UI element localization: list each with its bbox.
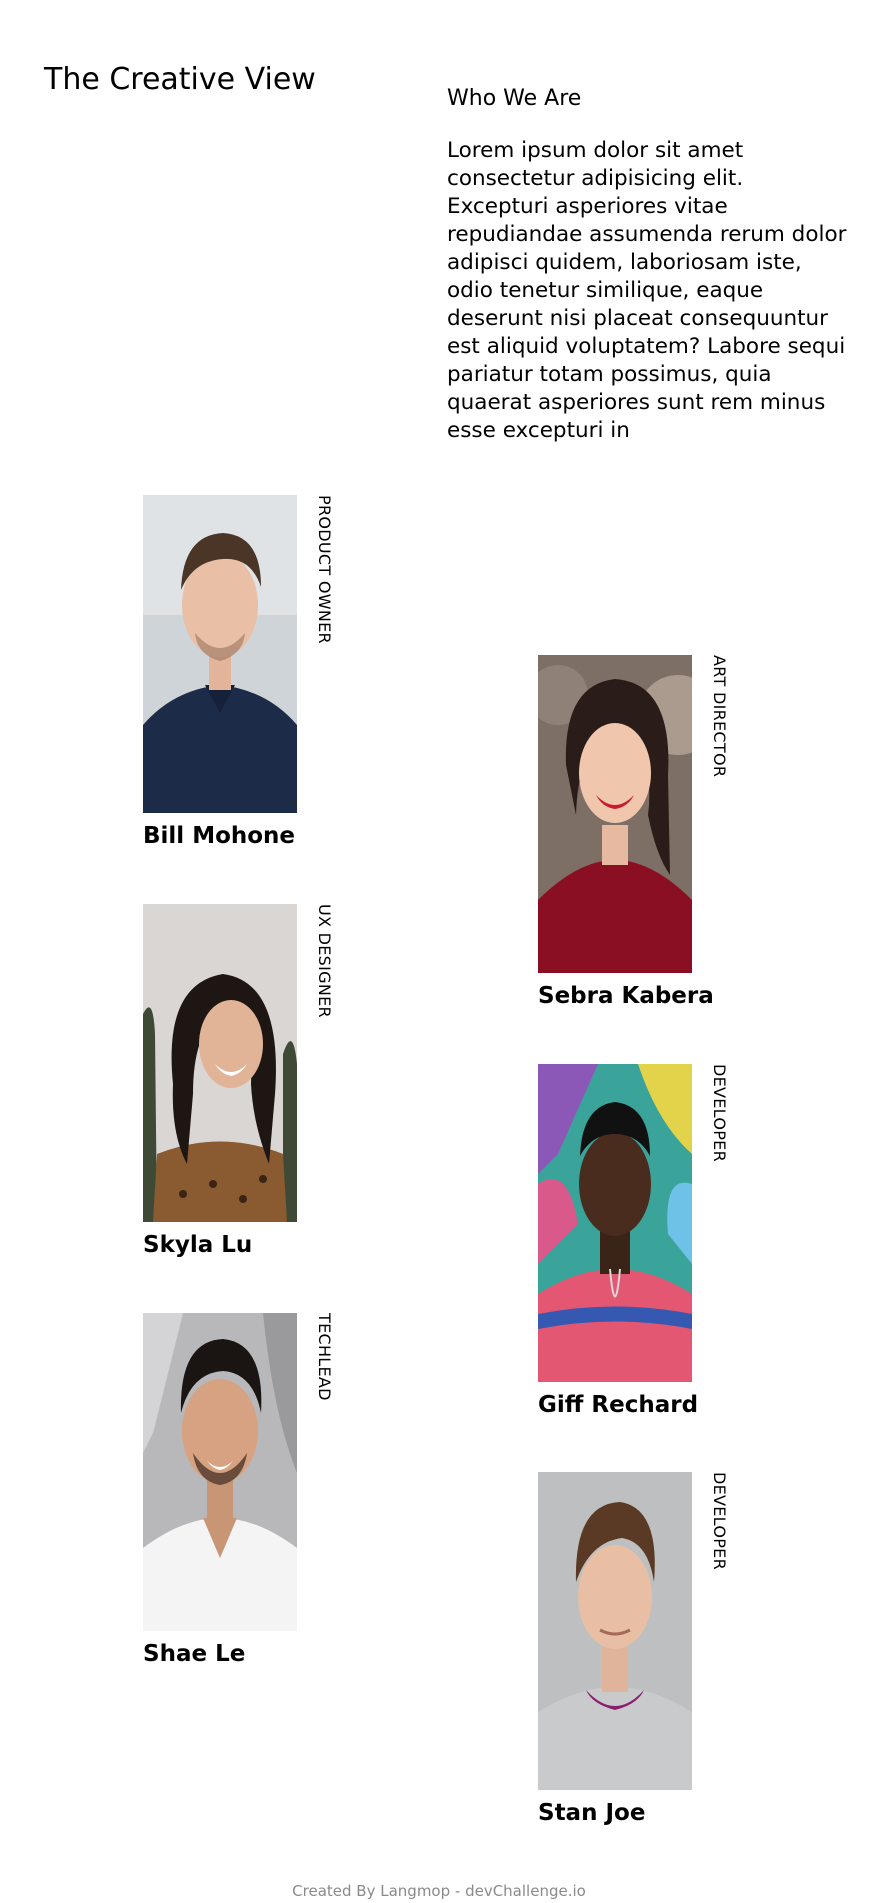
site-title: The Creative View (44, 62, 316, 97)
member-role: PRODUCT OWNER (315, 495, 334, 644)
about-section: Who We Are Lorem ipsum dolor sit amet co… (447, 86, 847, 445)
footer-credit: Created By Langmop - devChallenge.io (292, 1882, 586, 1900)
member-role: DEVELOPER (710, 1064, 729, 1162)
member-role: UX DESIGNER (315, 904, 334, 1018)
member-photo (143, 904, 297, 1222)
member-name: Shae Le (143, 1641, 246, 1667)
member-role: ART DIRECTOR (710, 655, 729, 778)
team-member-card: DEVELOPER Stan Joe (538, 1472, 748, 1828)
member-photo (143, 495, 297, 813)
member-photo (143, 1313, 297, 1631)
member-role: DEVELOPER (710, 1472, 729, 1570)
team-member-card: PRODUCT OWNER Bill Mohone (143, 495, 353, 851)
member-name: Skyla Lu (143, 1232, 253, 1258)
about-text: Lorem ipsum dolor sit amet consectetur a… (447, 138, 847, 444)
member-name: Giff Rechard (538, 1392, 699, 1418)
member-photo (538, 655, 692, 973)
member-name: Sebra Kabera (538, 983, 714, 1009)
member-name: Stan Joe (538, 1800, 646, 1826)
member-photo (538, 1064, 692, 1382)
about-heading: Who We Are (447, 86, 582, 111)
member-name: Bill Mohone (143, 823, 296, 849)
team-member-card: TECHLEAD Shae Le (143, 1313, 353, 1669)
member-photo (538, 1472, 692, 1790)
team-member-card: UX DESIGNER Skyla Lu (143, 904, 353, 1260)
team-member-card: ART DIRECTOR Sebra Kabera (538, 655, 748, 1011)
team-member-card: DEVELOPER Giff Rechard (538, 1064, 748, 1420)
member-role: TECHLEAD (315, 1313, 334, 1401)
